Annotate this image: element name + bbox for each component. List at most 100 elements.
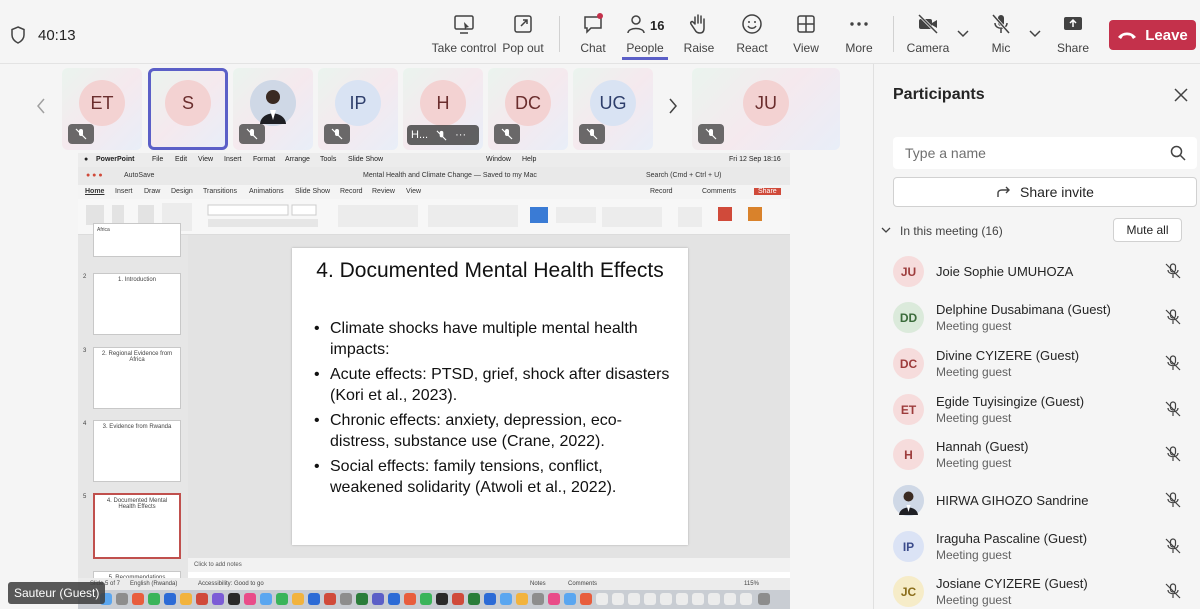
view-button[interactable]: View <box>792 12 820 60</box>
slide-thumbnail[interactable]: 2. Regional Evidence from Africa <box>93 347 181 409</box>
take-control-button[interactable]: Take control <box>432 12 496 60</box>
trash-icon <box>758 593 770 605</box>
share-screen-icon <box>1064 17 1082 30</box>
menu-edit: Edit <box>175 156 188 163</box>
avatar: JU <box>893 256 924 287</box>
language-indicator: English (Rwanda) <box>130 581 178 587</box>
participant-tile[interactable]: H H... ··· <box>403 68 483 150</box>
participant-name: Hannah (Guest) <box>936 439 1029 454</box>
camera-off-icon <box>917 13 939 35</box>
participant-row[interactable]: DD Delphine Dusabimana (Guest) Meeting g… <box>893 297 1193 337</box>
pop-out-icon <box>514 15 532 33</box>
people-label: People <box>626 41 664 55</box>
participant-tile[interactable]: UG <box>573 68 653 150</box>
slide-bullet: Acute effects: PTSD, grief, shock after … <box>314 364 674 406</box>
search-icon[interactable] <box>1170 145 1186 161</box>
share-button[interactable]: Share <box>1057 12 1089 60</box>
participant-row[interactable]: JU Joie Sophie UMUHOZA <box>893 251 1193 291</box>
people-button[interactable]: 16 People <box>622 12 668 60</box>
participant-row[interactable]: ET Egide Tuyisingize (Guest) Meeting gue… <box>893 389 1193 429</box>
strip-next-arrow-icon[interactable] <box>666 96 680 116</box>
tab-design: Design <box>171 188 193 195</box>
participant-tile[interactable] <box>233 68 313 150</box>
more-icon <box>850 22 868 26</box>
participant-role: Meeting guest <box>936 548 1012 562</box>
muted-mic-icon <box>698 124 724 144</box>
mac-clock: Fri 12 Sep 18:16 <box>729 156 781 163</box>
participant-row[interactable]: HIRWA GIHOZO Sandrine <box>893 480 1193 520</box>
dock-app-icon <box>148 593 160 605</box>
participant-name: Iraguha Pascaline (Guest) <box>936 531 1088 546</box>
share-invite-button[interactable]: Share invite <box>893 177 1197 207</box>
people-icon <box>627 15 645 34</box>
tab-view: View <box>406 188 422 195</box>
muted-mic-icon <box>1165 446 1181 462</box>
leave-button[interactable]: Leave <box>1109 20 1196 50</box>
raise-label: Raise <box>683 41 715 55</box>
take-control-icon <box>454 15 474 34</box>
dock-app-icon <box>116 593 128 605</box>
mic-label: Mic <box>991 41 1011 55</box>
participant-search-input[interactable] <box>893 137 1163 169</box>
participant-row[interactable]: IP Iraguha Pascaline (Guest) Meeting gue… <box>893 526 1193 566</box>
slide-thumbnail[interactable]: Africa <box>93 223 181 257</box>
mic-options-chevron-icon[interactable] <box>1028 28 1042 38</box>
document-title: Mental Health and Climate Change — Saved… <box>363 172 537 179</box>
menu-view: View <box>198 156 214 163</box>
participant-role: Meeting guest <box>936 593 1012 607</box>
record-button: Record <box>650 188 673 195</box>
muted-mic-icon <box>579 124 605 144</box>
dock-app-icon <box>564 593 576 605</box>
slide-thumbnail-selected[interactable]: 4. Documented Mental Health Effects <box>93 493 181 559</box>
dock-app-icon <box>596 593 608 605</box>
mute-all-button[interactable]: Mute all <box>1113 218 1182 242</box>
thumbnail-title: 1. Introduction <box>117 277 157 283</box>
participant-row[interactable]: H Hannah (Guest) Meeting guest <box>893 434 1193 474</box>
thumbnail-title: 4. Documented Mental Health Effects <box>106 498 168 510</box>
slide-thumbnail[interactable]: 1. Introduction <box>93 273 181 335</box>
raise-hand-button[interactable]: Raise <box>683 12 715 60</box>
slide-thumbnail-pane: Africa 2 1. Introduction 3 2. Regional E… <box>78 223 188 601</box>
meeting-toolbar: 40:13 Take control Pop out Chat 16 Peopl… <box>0 0 1200 64</box>
camera-options-chevron-icon[interactable] <box>956 28 970 38</box>
dock-app-icon <box>132 593 144 605</box>
dock-app-icon <box>740 593 752 605</box>
participant-name: Josiane CYIZERE (Guest) <box>936 576 1088 591</box>
participant-row[interactable]: JC Josiane CYIZERE (Guest) Meeting guest <box>893 571 1193 609</box>
muted-mic-icon <box>1165 263 1181 279</box>
avatar: DC <box>505 80 551 126</box>
strip-prev-arrow-icon[interactable] <box>34 96 48 116</box>
close-icon[interactable] <box>1174 88 1188 102</box>
dock-app-icon <box>644 593 656 605</box>
muted-mic-icon <box>1165 492 1181 508</box>
muted-mic-icon <box>436 130 447 140</box>
autosave-label: AutoSave <box>124 172 155 179</box>
notes-toggle: Notes <box>530 581 546 587</box>
avatar: JC <box>893 576 924 607</box>
more-button[interactable]: More <box>844 12 874 60</box>
dock-app-icon <box>708 593 720 605</box>
dock-app-icon <box>356 593 368 605</box>
slide-editor: 4. Documented Mental Health Effects Clim… <box>188 235 790 565</box>
chat-button[interactable]: Chat <box>578 12 608 60</box>
tile-more-icon[interactable]: ··· <box>455 129 466 141</box>
camera-button[interactable]: Camera <box>907 12 949 60</box>
participant-tile-selected[interactable]: S <box>148 68 228 150</box>
mic-button[interactable]: Mic <box>987 12 1015 60</box>
slide-thumbnail[interactable]: 3. Evidence from Rwanda <box>93 420 181 482</box>
participant-row[interactable]: DC Divine CYIZERE (Guest) Meeting guest <box>893 343 1193 383</box>
participant-tile[interactable]: ET <box>62 68 142 150</box>
avatar: DC <box>893 348 924 379</box>
participant-tile[interactable]: JU <box>692 68 840 150</box>
tile-caption: H... <box>411 129 429 141</box>
participant-tile[interactable]: IP <box>318 68 398 150</box>
participant-tile[interactable]: DC <box>488 68 568 150</box>
toolbar-divider <box>893 16 894 52</box>
avatar-photo <box>893 485 924 516</box>
tab-draw: Draw <box>144 188 161 195</box>
grid-view-icon <box>797 15 815 33</box>
dock-app-icon <box>196 593 208 605</box>
avatar: H <box>420 80 466 126</box>
pop-out-button[interactable]: Pop out <box>502 12 544 60</box>
react-button[interactable]: React <box>736 12 768 60</box>
